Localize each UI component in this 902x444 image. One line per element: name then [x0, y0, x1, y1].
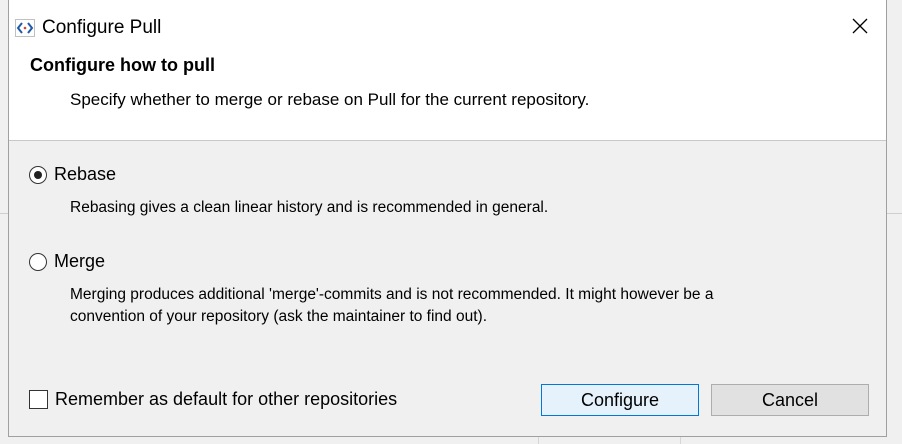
close-icon	[852, 18, 868, 39]
merge-radio-option[interactable]: Merge	[29, 251, 105, 272]
merge-description-line: Merging produces additional 'merge'-comm…	[70, 286, 714, 303]
header-title: Configure how to pull	[30, 55, 215, 75]
rebase-label: Rebase	[54, 164, 117, 184]
merge-description: Merging produces additional 'merge'-comm…	[70, 284, 830, 328]
merge-label: Merge	[54, 251, 106, 271]
remember-default-label: Remember as default for other repositori…	[55, 389, 398, 409]
remember-default-checkbox[interactable]	[29, 390, 48, 409]
merge-radio[interactable]	[29, 252, 47, 271]
code-brackets-icon	[15, 19, 35, 37]
close-button[interactable]	[846, 14, 874, 42]
header-description: Specify whether to merge or rebase on Pu…	[70, 90, 590, 109]
remember-default-option[interactable]: Remember as default for other repositori…	[29, 389, 397, 410]
rebase-radio[interactable]	[29, 165, 47, 184]
configure-pull-dialog: Configure Pull Configure how to pull Spe…	[8, 0, 887, 437]
window-title: Configure Pull	[42, 17, 162, 38]
dialog-header: Configure how to pull Specify whether to…	[9, 50, 886, 141]
configure-button[interactable]: Configure	[541, 384, 699, 416]
merge-description-line: convention of your repository (ask the m…	[70, 308, 487, 325]
rebase-description: Rebasing gives a clean linear history an…	[70, 199, 549, 216]
rebase-radio-option[interactable]: Rebase	[29, 164, 116, 185]
cancel-button[interactable]: Cancel	[711, 384, 869, 416]
